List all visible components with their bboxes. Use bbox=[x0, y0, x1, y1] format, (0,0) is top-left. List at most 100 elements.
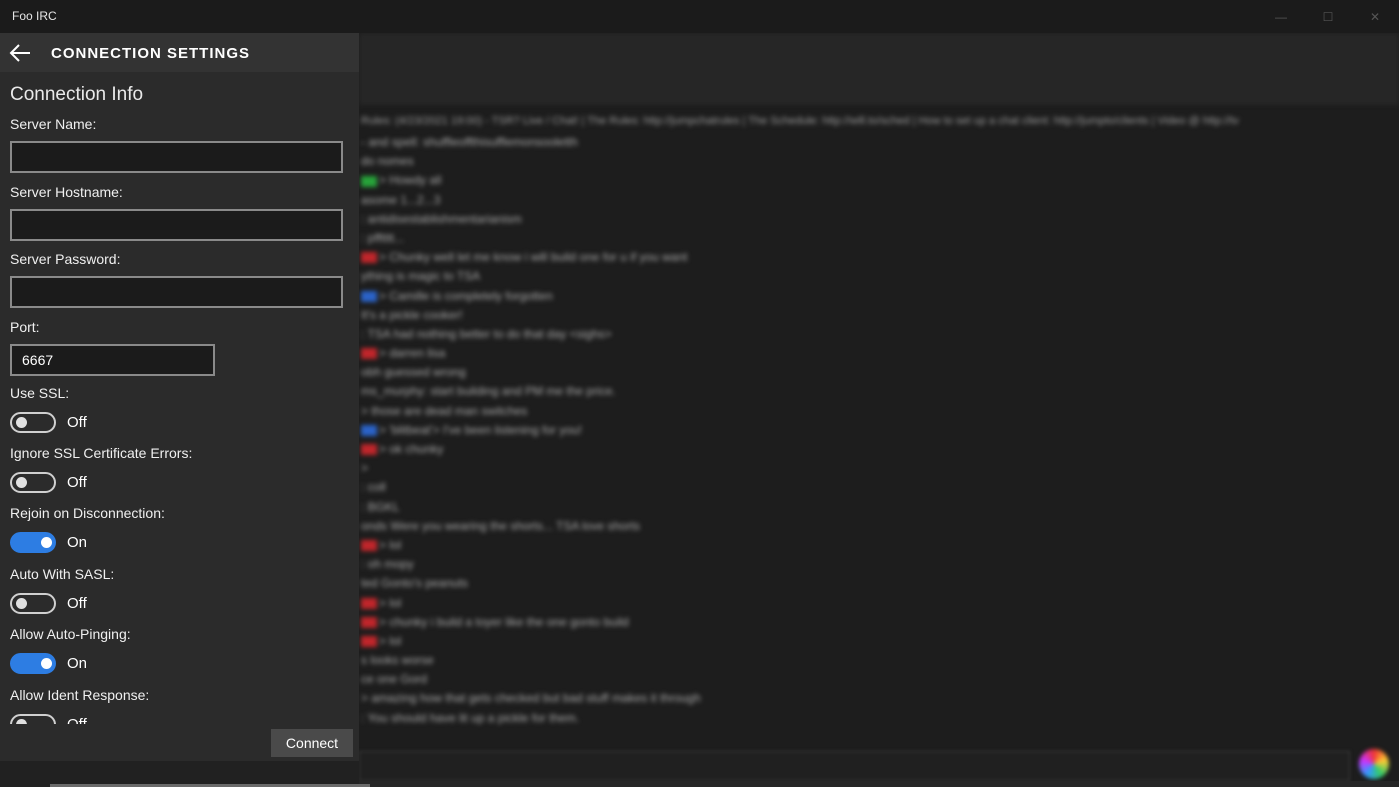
auto-sasl-toggle[interactable] bbox=[10, 593, 56, 614]
chat-text: obh guessed wrong bbox=[361, 365, 466, 380]
chat-text: > lol bbox=[379, 595, 402, 610]
nick-color bbox=[361, 175, 377, 187]
chat-line: > chunky i build a toyer like the one go… bbox=[361, 613, 701, 632]
server-name-input[interactable] bbox=[10, 141, 343, 173]
minimize-button[interactable]: — bbox=[1258, 0, 1304, 33]
chat-line: - and spell: shuffleoffthisufflemonsoole… bbox=[361, 133, 701, 152]
chat-line: do nomes bbox=[361, 152, 701, 171]
chat-text: > bbox=[361, 461, 369, 476]
chat-area: Rules: (4/23/2021 19:00) - TSR? Live / C… bbox=[359, 33, 1399, 787]
connection-settings-panel: CONNECTION SETTINGS Connection Info Serv… bbox=[0, 33, 359, 761]
use-ssl-state: Off bbox=[67, 414, 87, 431]
auto-sasl-state: Off bbox=[67, 595, 87, 612]
use-ssl-toggle[interactable] bbox=[10, 412, 56, 433]
channel-topic: Rules: (4/23/2021 19:00) - TSR? Live / C… bbox=[361, 115, 1239, 127]
chat-messages: - and spell: shuffleoffthisufflemonsoole… bbox=[361, 133, 701, 728]
server-hostname-label: Server Hostname: bbox=[10, 184, 123, 200]
title-bar: Foo IRC — ☐ ✕ bbox=[0, 0, 1399, 33]
nick-color bbox=[361, 617, 377, 629]
rejoin-state: On bbox=[67, 534, 88, 551]
chat-text: onds Were you wearing the shorts... TSA … bbox=[361, 518, 641, 533]
color-picker-icon[interactable] bbox=[1359, 749, 1389, 779]
ident-response-toggle[interactable] bbox=[10, 714, 56, 724]
chat-text: > 'blitbeat'> I've been listening for yo… bbox=[379, 422, 583, 437]
server-password-input[interactable] bbox=[10, 276, 343, 308]
chat-line: onds Were you wearing the shorts... TSA … bbox=[361, 517, 701, 536]
chat-line: asome 1...2...3 bbox=[361, 191, 701, 210]
auto-pinging-label: Allow Auto-Pinging: bbox=[10, 626, 131, 642]
ignore-ssl-errors-toggle[interactable] bbox=[10, 472, 56, 493]
connect-button[interactable]: Connect bbox=[271, 729, 353, 757]
ignore-ssl-errors-state: Off bbox=[67, 474, 87, 491]
nick-color bbox=[361, 425, 377, 437]
toggle-knob bbox=[41, 658, 52, 669]
auto-pinging-state: On bbox=[67, 655, 88, 672]
chat-text: - and spell: shuffleoffthisufflemonsoole… bbox=[361, 135, 578, 149]
chat-text: > ok chunky bbox=[379, 442, 444, 456]
chat-line: : BGKL bbox=[361, 498, 701, 517]
chat-line: ything is magic to TSA bbox=[361, 267, 701, 286]
message-input[interactable] bbox=[359, 751, 1350, 781]
chat-line: > Howdy all bbox=[361, 171, 701, 190]
chat-line: > 'blitbeat'> I've been listening for yo… bbox=[361, 421, 701, 440]
chat-text: > those are dead man switches bbox=[361, 403, 528, 418]
chat-text: ything is magic to TSA bbox=[361, 269, 481, 284]
chat-line: : coll bbox=[361, 478, 701, 497]
nick-color bbox=[361, 348, 377, 360]
close-button[interactable]: ✕ bbox=[1352, 0, 1398, 33]
chat-text: : TSA had nothing better to do that day … bbox=[361, 326, 612, 341]
chat-text: It's a pickle cooker! bbox=[361, 307, 463, 322]
back-button[interactable] bbox=[6, 39, 36, 67]
ignore-ssl-errors-label: Ignore SSL Certificate Errors: bbox=[10, 445, 193, 461]
settings-scroll-area[interactable]: Connection Info Server Name: Server Host… bbox=[0, 72, 359, 724]
chat-text: > lol bbox=[379, 633, 402, 648]
server-hostname-input[interactable] bbox=[10, 209, 343, 241]
toggle-knob bbox=[16, 417, 27, 428]
chat-line: : oh mopy bbox=[361, 555, 701, 574]
nick-color bbox=[361, 636, 377, 648]
chat-text: asome 1...2...3 bbox=[361, 192, 441, 207]
chat-line: s looks worse bbox=[361, 651, 701, 670]
chat-text: > Camille is completely forgotten bbox=[379, 288, 553, 303]
rejoin-toggle[interactable] bbox=[10, 532, 56, 553]
chat-text: > amazing how that gets checked but bad … bbox=[361, 691, 701, 706]
chat-text: ted Gonto's peanuts bbox=[361, 576, 469, 591]
chat-text: : You should have lit up a pickle for th… bbox=[361, 710, 580, 725]
chat-text: > Chunky well let me know i will build o… bbox=[379, 250, 688, 265]
chat-line: ted Gonto's peanuts bbox=[361, 574, 701, 593]
server-password-label: Server Password: bbox=[10, 251, 121, 267]
nick-color bbox=[361, 540, 377, 552]
use-ssl-label: Use SSL: bbox=[10, 385, 70, 401]
chat-text: : BGKL bbox=[361, 499, 400, 514]
ident-response-label: Allow Ident Response: bbox=[10, 687, 150, 703]
panel-header: CONNECTION SETTINGS bbox=[0, 33, 359, 72]
chat-text: > lol bbox=[379, 537, 402, 552]
chat-line: > lol bbox=[361, 536, 701, 555]
port-input[interactable] bbox=[10, 344, 215, 376]
server-name-label: Server Name: bbox=[10, 116, 97, 132]
nick-color bbox=[361, 290, 377, 302]
chat-line: It's a pickle cooker! bbox=[361, 306, 701, 325]
chat-line: > lol bbox=[361, 594, 701, 613]
panel-title: CONNECTION SETTINGS bbox=[51, 45, 251, 62]
chat-header bbox=[359, 33, 1399, 105]
chat-line: : You should have lit up a pickle for th… bbox=[361, 709, 701, 728]
toggle-knob bbox=[16, 719, 27, 724]
chat-text: : coll bbox=[361, 480, 386, 495]
port-label: Port: bbox=[10, 319, 40, 335]
chat-text: : pfftttt... bbox=[361, 230, 405, 245]
toggle-knob bbox=[16, 598, 27, 609]
chat-line: ce one Gord bbox=[361, 670, 701, 689]
chat-text: ms_murphy: start building and PM me the … bbox=[361, 384, 616, 399]
app-title: Foo IRC bbox=[12, 9, 57, 23]
nick-color bbox=[361, 252, 377, 264]
auto-sasl-label: Auto With SASL: bbox=[10, 566, 115, 582]
chat-line: > bbox=[361, 459, 701, 478]
toggle-knob bbox=[41, 537, 52, 548]
maximize-button[interactable]: ☐ bbox=[1305, 0, 1351, 33]
ident-response-state: Off bbox=[67, 716, 87, 724]
chat-scrollbar[interactable] bbox=[359, 781, 1399, 787]
auto-pinging-toggle[interactable] bbox=[10, 653, 56, 674]
chat-line: > Chunky well let me know i will build o… bbox=[361, 248, 701, 267]
chat-line: ms_murphy: start building and PM me the … bbox=[361, 382, 701, 401]
